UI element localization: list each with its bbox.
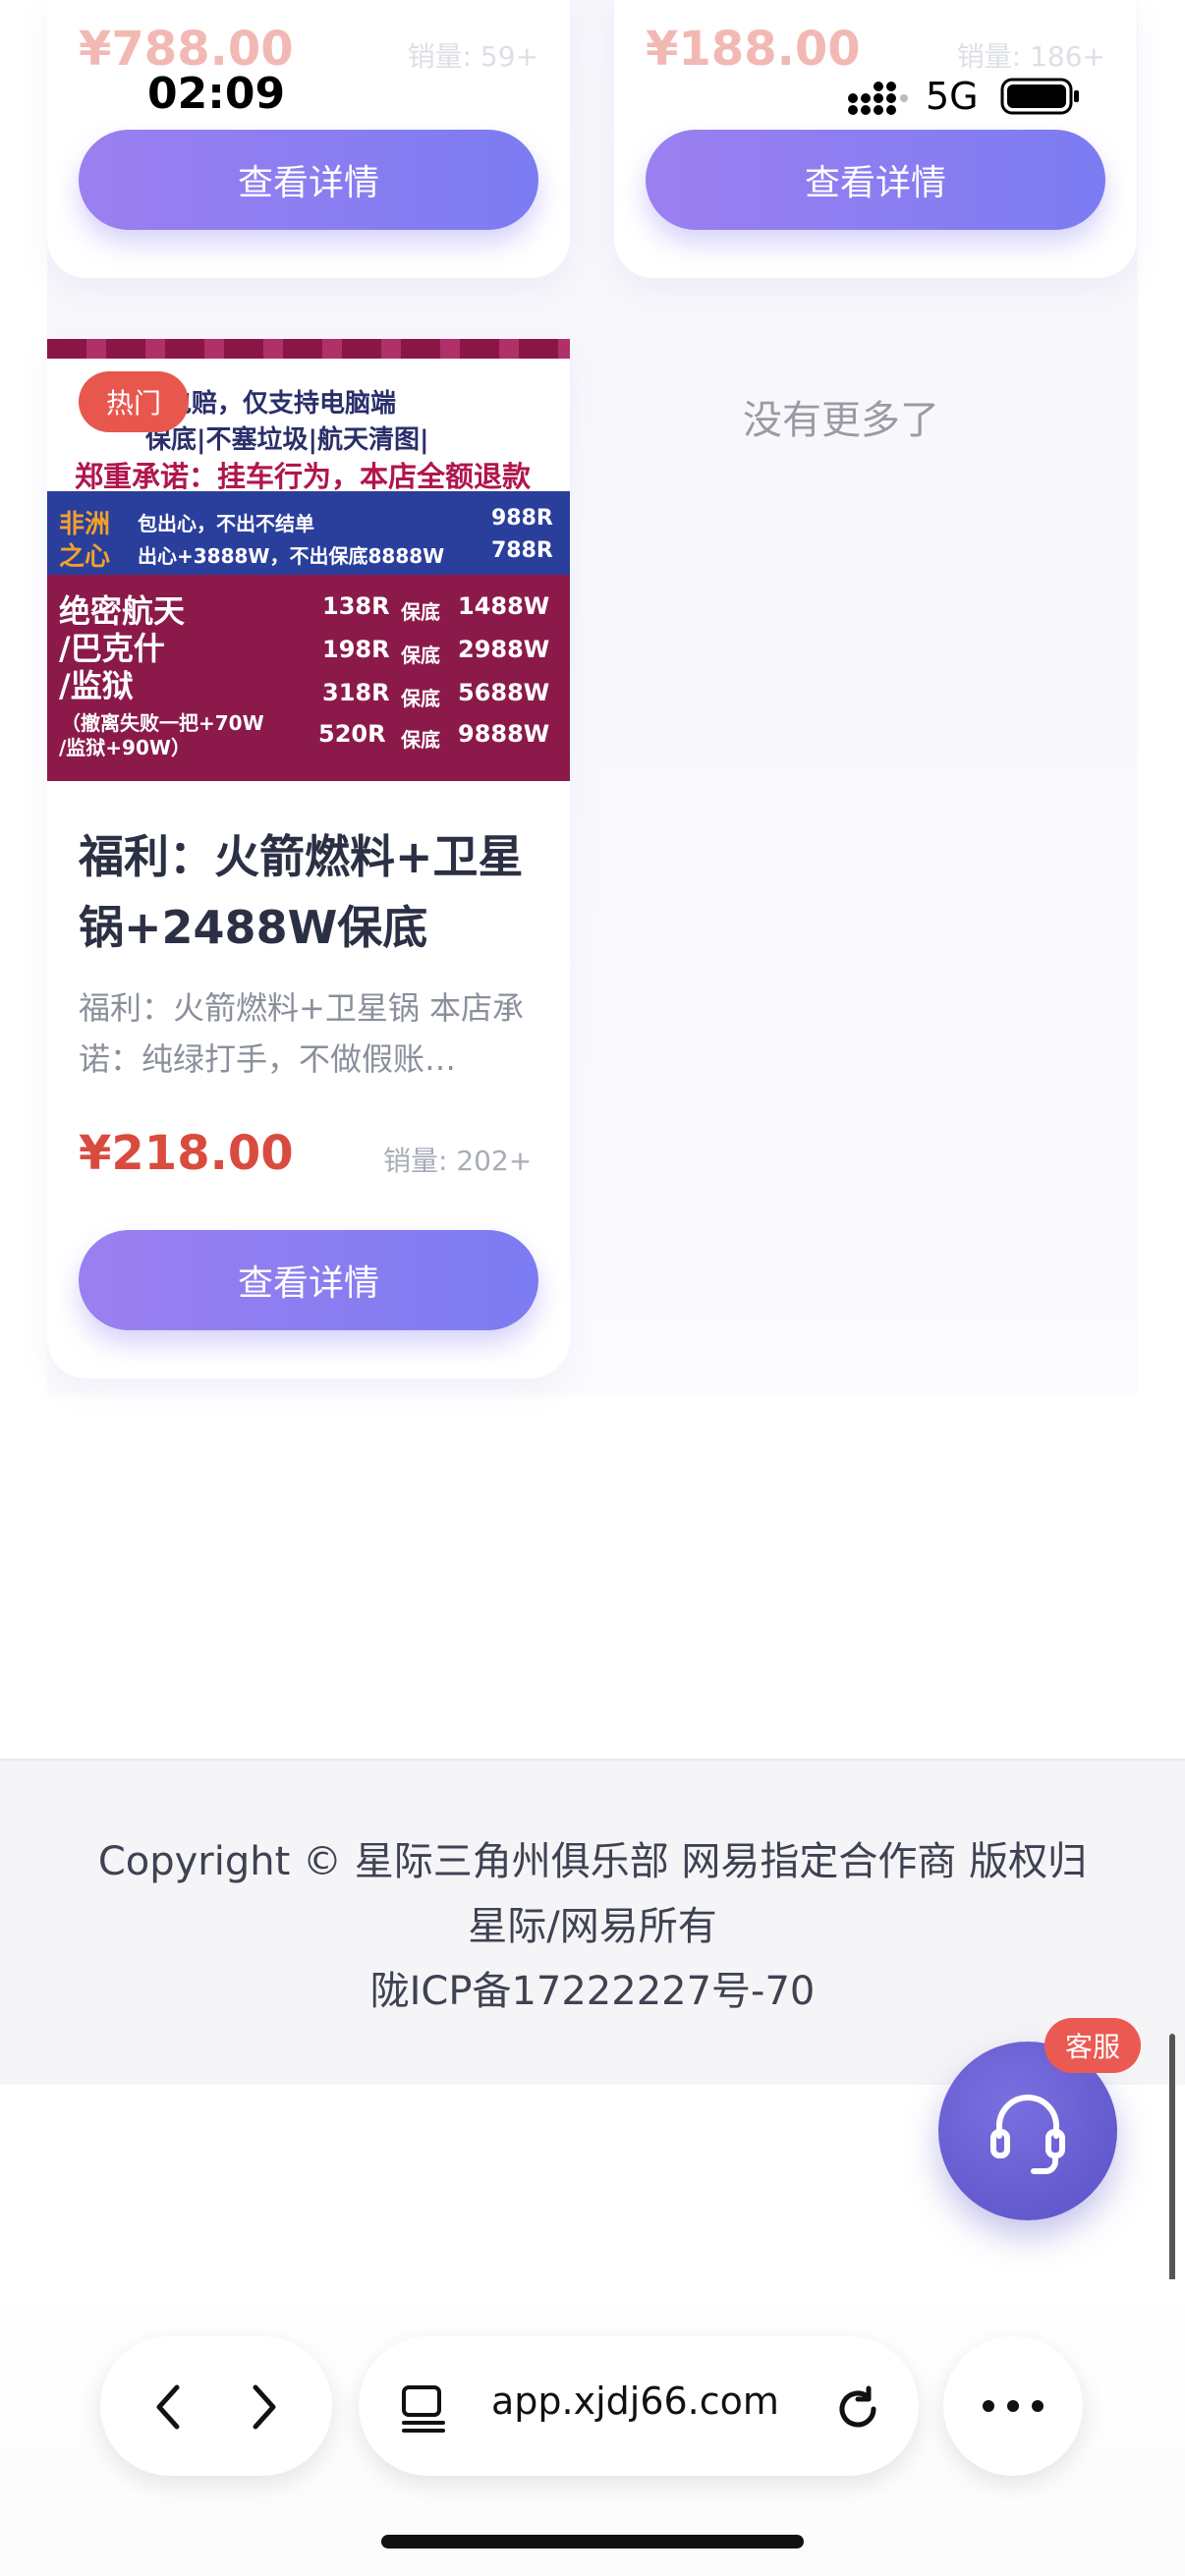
icp-license[interactable]: 陇ICP备17222227号-70 bbox=[0, 1959, 1185, 2016]
url-text[interactable]: app.xjdj66.com bbox=[491, 2380, 779, 2423]
product-card[interactable]: ¥788.00 销量: 59+ 查看详情 bbox=[47, 0, 570, 278]
page: ¥788.00 销量: 59+ 查看详情 ¥188.00 销量: 186+ 查看… bbox=[0, 0, 1185, 2576]
product-card[interactable]: ¥188.00 销量: 186+ 查看详情 bbox=[614, 0, 1137, 278]
network-type: 5G bbox=[926, 75, 979, 118]
hot-badge: 热门 bbox=[79, 371, 189, 432]
product-description: 福利：火箭燃料+卫星锅 本店承诺：纯绿打手，不做假账… bbox=[79, 989, 524, 1078]
reload-icon[interactable] bbox=[828, 2380, 887, 2438]
view-details-button[interactable]: 查看详情 bbox=[79, 1230, 538, 1330]
view-details-button[interactable]: 查看详情 bbox=[79, 130, 538, 230]
view-details-button[interactable]: 查看详情 bbox=[646, 130, 1105, 230]
nav-buttons-group bbox=[100, 2336, 332, 2476]
tabs-icon[interactable] bbox=[398, 2381, 453, 2436]
back-icon[interactable] bbox=[140, 2378, 198, 2436]
status-time: 02:09 bbox=[147, 69, 286, 119]
product-sales: 销量: 202+ bbox=[383, 1145, 533, 1177]
battery-icon bbox=[1000, 78, 1079, 115]
product-sales: 销量: 59+ bbox=[407, 40, 538, 73]
more-icon bbox=[983, 2400, 1044, 2412]
product-price: ¥188.00 bbox=[646, 22, 861, 77]
product-price: ¥218.00 bbox=[79, 1126, 294, 1181]
product-sales: 销量: 186+ bbox=[956, 40, 1105, 73]
copyright-owner: 星际/网易所有 bbox=[468, 1904, 717, 1949]
copyright-text: Copyright © 星际三角州俱乐部 网易指定合作商 版权归 bbox=[97, 1839, 1088, 1884]
customer-service-badge: 客服 bbox=[1044, 2018, 1141, 2073]
forward-icon[interactable] bbox=[234, 2378, 293, 2436]
signal-icon bbox=[848, 82, 908, 115]
footer: Copyright © 星际三角州俱乐部 网易指定合作商 版权归 星际/网易所有… bbox=[0, 1759, 1185, 2085]
product-title[interactable]: 福利：火箭燃料+卫星锅+2488W保底 bbox=[79, 821, 540, 963]
home-indicator[interactable] bbox=[381, 2535, 804, 2548]
more-button[interactable] bbox=[943, 2336, 1083, 2476]
no-more-text: 没有更多了 bbox=[743, 398, 939, 443]
